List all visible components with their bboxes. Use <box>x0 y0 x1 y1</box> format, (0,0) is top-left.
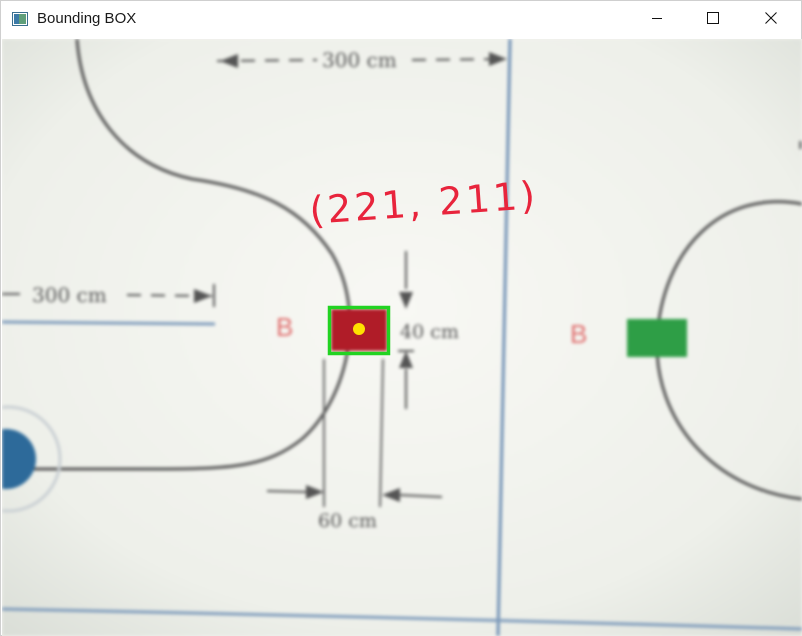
close-button[interactable] <box>743 1 799 38</box>
camera-view: 300 cm 300 cm B B 40 cm 60 cm (221, 211) <box>2 39 802 636</box>
app-window: Bounding BOX 300 cm 300 cm B B 40 cm 60 … <box>0 0 802 636</box>
window-title: Bounding BOX <box>37 10 137 27</box>
close-icon <box>765 11 777 29</box>
maximize-icon <box>707 11 719 29</box>
center-marker <box>353 323 365 335</box>
title-bar[interactable]: Bounding BOX <box>1 1 801 38</box>
minimize-icon <box>651 11 663 29</box>
detection-overlay <box>327 305 391 356</box>
maximize-button[interactable] <box>685 1 741 38</box>
minimize-button[interactable] <box>629 1 685 38</box>
app-window-icon <box>12 12 28 26</box>
